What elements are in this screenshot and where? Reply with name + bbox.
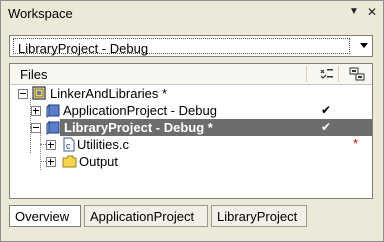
tree-item-application-project[interactable]: ApplicationProject - Debug ✔: [10, 102, 372, 119]
tree-item-label: LinkerAndLibraries *: [50, 86, 168, 101]
modified-status-icon[interactable]: [349, 67, 365, 81]
configuration-select-value: LibraryProject - Debug: [18, 41, 149, 56]
folder-icon: [62, 155, 77, 168]
file-tree-header: Files: [10, 64, 372, 85]
window-title: Workspace: [8, 6, 73, 21]
workspace-icon: [32, 86, 46, 100]
workspace-window: Workspace ▼ ✕ LibraryProject - Debug Fil…: [0, 0, 384, 242]
project-icon: [46, 103, 60, 118]
tree-item-output[interactable]: Output: [10, 153, 372, 170]
configuration-select-focus: LibraryProject - Debug: [13, 38, 350, 56]
collapse-icon[interactable]: [18, 89, 28, 99]
build-status-icon[interactable]: [319, 67, 335, 81]
title-bar: Workspace ▼ ✕: [2, 2, 382, 26]
configuration-select[interactable]: LibraryProject - Debug: [9, 35, 373, 57]
tab-overview[interactable]: Overview: [9, 205, 81, 227]
svg-text:c: c: [66, 141, 71, 151]
tab-library-project[interactable]: LibraryProject: [211, 205, 307, 227]
tree-item-label: LibraryProject - Debug *: [64, 120, 213, 135]
file-tree-panel: Files LinkerAndLibraries * ApplicationPr…: [9, 63, 373, 199]
tree-item-label: ApplicationProject - Debug: [63, 103, 217, 118]
window-menu-icon[interactable]: ▼: [347, 5, 361, 19]
expand-icon[interactable]: [31, 106, 41, 116]
tree-item-utilities-c[interactable]: c Utilities.c *: [10, 136, 372, 153]
collapse-icon[interactable]: [31, 123, 41, 133]
c-file-icon: c: [63, 137, 75, 152]
expand-icon[interactable]: [46, 140, 56, 150]
column-divider[interactable]: [338, 66, 339, 82]
tab-label: LibraryProject: [217, 209, 298, 224]
tab-label: ApplicationProject: [90, 209, 195, 224]
tab-application-project[interactable]: ApplicationProject: [84, 205, 208, 227]
files-column-header[interactable]: Files: [20, 67, 47, 82]
tree-item-label: Output: [79, 154, 119, 169]
project-icon: [46, 120, 60, 135]
tab-label: Overview: [15, 209, 70, 224]
tree-item-workspace[interactable]: LinkerAndLibraries *: [10, 85, 372, 102]
chevron-down-icon[interactable]: [360, 43, 368, 48]
checkmark-icon: ✔: [321, 103, 332, 117]
expand-icon[interactable]: [46, 157, 56, 167]
tree-item-label: Utilities.c: [77, 137, 130, 152]
modified-flag: *: [353, 136, 359, 151]
checkmark-icon: ✔: [321, 120, 332, 134]
column-divider[interactable]: [306, 66, 307, 82]
tree-item-library-project[interactable]: LibraryProject - Debug * ✔: [10, 119, 372, 136]
close-icon[interactable]: ✕: [365, 5, 379, 19]
